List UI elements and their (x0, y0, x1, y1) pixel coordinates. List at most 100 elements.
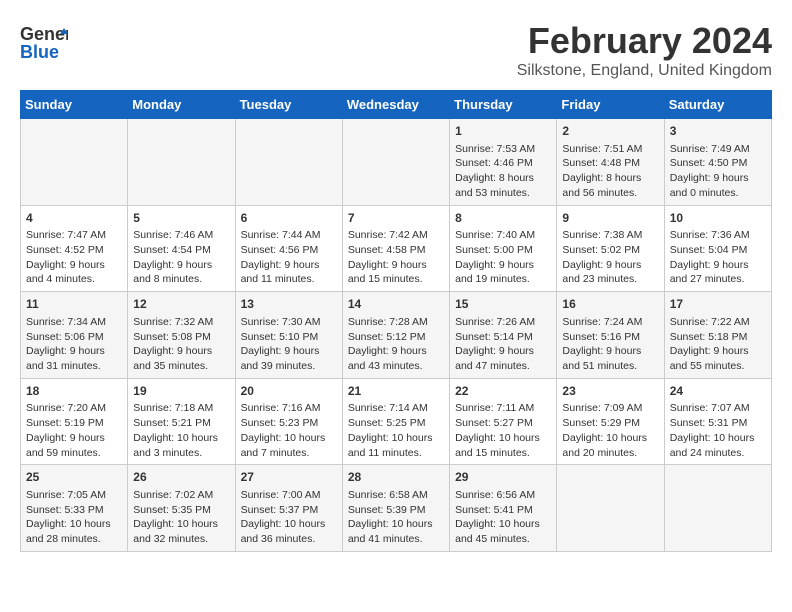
day-info: Sunset: 5:33 PM (26, 503, 122, 518)
title-area: February 2024 Silkstone, England, United… (517, 20, 772, 80)
day-info: Sunset: 5:18 PM (670, 330, 766, 345)
day-number: 8 (455, 210, 551, 227)
calendar-cell: 17Sunrise: 7:22 AMSunset: 5:18 PMDayligh… (664, 292, 771, 379)
day-info: Sunrise: 7:42 AM (348, 228, 444, 243)
day-number: 7 (348, 210, 444, 227)
day-info: Daylight: 10 hours and 36 minutes. (241, 517, 337, 546)
day-info: Sunset: 4:56 PM (241, 243, 337, 258)
day-info: Sunrise: 7:18 AM (133, 401, 229, 416)
day-info: Daylight: 10 hours and 11 minutes. (348, 431, 444, 460)
calendar-cell: 9Sunrise: 7:38 AMSunset: 5:02 PMDaylight… (557, 205, 664, 292)
calendar-week-row: 25Sunrise: 7:05 AMSunset: 5:33 PMDayligh… (21, 465, 772, 552)
day-number: 6 (241, 210, 337, 227)
day-info: Daylight: 10 hours and 28 minutes. (26, 517, 122, 546)
day-info: Sunset: 5:31 PM (670, 416, 766, 431)
day-info: Sunrise: 7:44 AM (241, 228, 337, 243)
day-info: Sunrise: 7:30 AM (241, 315, 337, 330)
calendar-cell: 1Sunrise: 7:53 AMSunset: 4:46 PMDaylight… (450, 119, 557, 206)
day-number: 28 (348, 469, 444, 486)
calendar-cell (128, 119, 235, 206)
day-info: Sunset: 5:39 PM (348, 503, 444, 518)
day-info: Daylight: 9 hours and 11 minutes. (241, 258, 337, 287)
day-info: Sunset: 5:06 PM (26, 330, 122, 345)
day-number: 21 (348, 383, 444, 400)
day-info: Sunrise: 7:11 AM (455, 401, 551, 416)
calendar-table: SundayMondayTuesdayWednesdayThursdayFrid… (20, 90, 772, 552)
day-info: Sunrise: 7:32 AM (133, 315, 229, 330)
header-cell-friday: Friday (557, 91, 664, 119)
calendar-cell: 28 Sunrise: 6:58 AMSunset: 5:39 PMDayligh… (342, 465, 449, 552)
day-info: Daylight: 10 hours and 41 minutes. (348, 517, 444, 546)
day-number: 11 (26, 296, 122, 313)
day-number: 2 (562, 123, 658, 140)
day-info: Sunset: 5:35 PM (133, 503, 229, 518)
calendar-cell: 22Sunrise: 7:11 AMSunset: 5:27 PMDayligh… (450, 378, 557, 465)
day-info: Sunset: 5:23 PM (241, 416, 337, 431)
calendar-cell: 7Sunrise: 7:42 AMSunset: 4:58 PMDaylight… (342, 205, 449, 292)
day-number: 19 (133, 383, 229, 400)
day-info: Sunrise: 7:09 AM (562, 401, 658, 416)
day-info: Sunset: 5:41 PM (455, 503, 551, 518)
header-cell-wednesday: Wednesday (342, 91, 449, 119)
day-number: 9 (562, 210, 658, 227)
day-info: Sunset: 4:54 PM (133, 243, 229, 258)
day-info: Sunset: 5:12 PM (348, 330, 444, 345)
day-info: Daylight: 9 hours and 35 minutes. (133, 344, 229, 373)
page-title: February 2024 (517, 20, 772, 62)
day-info: Daylight: 9 hours and 4 minutes. (26, 258, 122, 287)
calendar-cell: 6Sunrise: 7:44 AMSunset: 4:56 PMDaylight… (235, 205, 342, 292)
calendar-cell (235, 119, 342, 206)
day-info: Sunrise: 7:22 AM (670, 315, 766, 330)
day-info: Sunrise: 6:58 AM (348, 488, 444, 503)
day-info: Sunrise: 7:02 AM (133, 488, 229, 503)
day-info: Sunset: 5:04 PM (670, 243, 766, 258)
day-info: Sunset: 5:37 PM (241, 503, 337, 518)
calendar-cell: 25Sunrise: 7:05 AMSunset: 5:33 PMDayligh… (21, 465, 128, 552)
calendar-cell: 23Sunrise: 7:09 AMSunset: 5:29 PMDayligh… (557, 378, 664, 465)
day-info: Daylight: 10 hours and 24 minutes. (670, 431, 766, 460)
day-info: Sunrise: 7:00 AM (241, 488, 337, 503)
calendar-cell: 27Sunrise: 7:00 AMSunset: 5:37 PMDayligh… (235, 465, 342, 552)
day-info: Daylight: 9 hours and 27 minutes. (670, 258, 766, 287)
day-info: Daylight: 10 hours and 15 minutes. (455, 431, 551, 460)
header-cell-tuesday: Tuesday (235, 91, 342, 119)
calendar-cell: 10Sunrise: 7:36 AMSunset: 5:04 PMDayligh… (664, 205, 771, 292)
page-subtitle: Silkstone, England, United Kingdom (517, 62, 772, 80)
calendar-cell (664, 465, 771, 552)
day-info: Daylight: 9 hours and 15 minutes. (348, 258, 444, 287)
day-info: Sunset: 5:14 PM (455, 330, 551, 345)
day-info: Daylight: 9 hours and 31 minutes. (26, 344, 122, 373)
calendar-cell: 16Sunrise: 7:24 AMSunset: 5:16 PMDayligh… (557, 292, 664, 379)
day-number: 17 (670, 296, 766, 313)
day-info: Sunset: 5:08 PM (133, 330, 229, 345)
calendar-cell: 4Sunrise: 7:47 AMSunset: 4:52 PMDaylight… (21, 205, 128, 292)
day-number: 12 (133, 296, 229, 313)
day-number: 13 (241, 296, 337, 313)
svg-text:Blue: Blue (20, 42, 59, 62)
day-number: 16 (562, 296, 658, 313)
calendar-header-row: SundayMondayTuesdayWednesdayThursdayFrid… (21, 91, 772, 119)
calendar-cell: 19Sunrise: 7:18 AMSunset: 5:21 PMDayligh… (128, 378, 235, 465)
calendar-week-row: 4Sunrise: 7:47 AMSunset: 4:52 PMDaylight… (21, 205, 772, 292)
day-info: Daylight: 8 hours and 56 minutes. (562, 171, 658, 200)
day-info: Sunrise: 7:49 AM (670, 142, 766, 157)
day-number: 20 (241, 383, 337, 400)
calendar-cell: 2Sunrise: 7:51 AMSunset: 4:48 PMDaylight… (557, 119, 664, 206)
day-info: Sunset: 5:02 PM (562, 243, 658, 258)
day-info: Sunset: 5:19 PM (26, 416, 122, 431)
calendar-cell (342, 119, 449, 206)
day-info: Daylight: 9 hours and 51 minutes. (562, 344, 658, 373)
logo: General Blue (20, 20, 68, 64)
day-info: Daylight: 10 hours and 20 minutes. (562, 431, 658, 460)
day-info: Daylight: 9 hours and 47 minutes. (455, 344, 551, 373)
calendar-week-row: 1Sunrise: 7:53 AMSunset: 4:46 PMDaylight… (21, 119, 772, 206)
day-info: Sunrise: 7:14 AM (348, 401, 444, 416)
day-info: Daylight: 9 hours and 23 minutes. (562, 258, 658, 287)
day-info: Sunrise: 7:36 AM (670, 228, 766, 243)
day-info: Sunrise: 7:05 AM (26, 488, 122, 503)
header-cell-monday: Monday (128, 91, 235, 119)
calendar-cell: 15Sunrise: 7:26 AMSunset: 5:14 PMDayligh… (450, 292, 557, 379)
calendar-cell: 11Sunrise: 7:34 AMSunset: 5:06 PMDayligh… (21, 292, 128, 379)
day-info: Sunset: 5:27 PM (455, 416, 551, 431)
day-info: Sunset: 4:46 PM (455, 156, 551, 171)
